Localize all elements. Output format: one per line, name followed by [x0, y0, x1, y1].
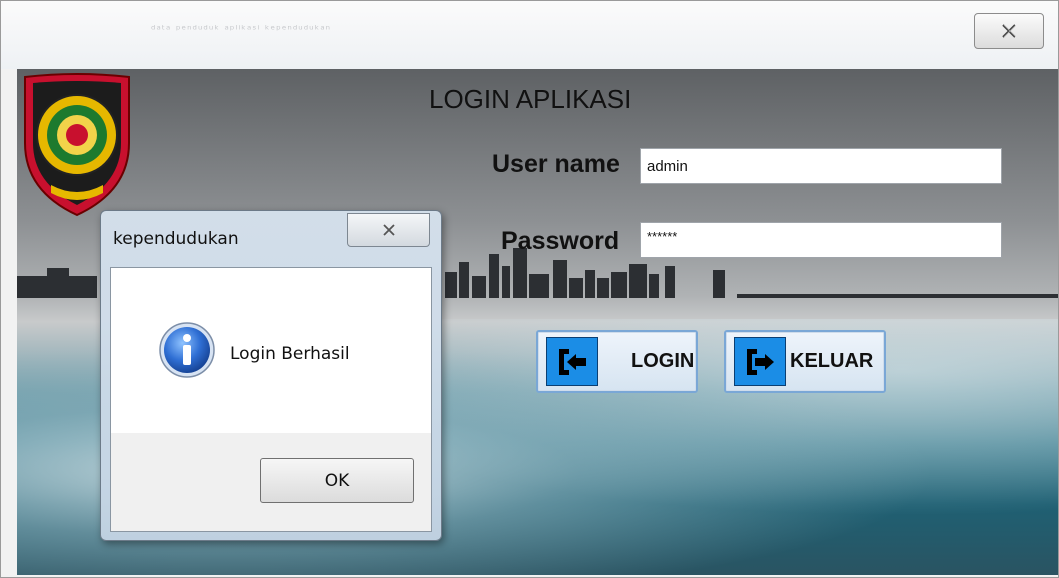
exit-arrow-icon	[734, 337, 786, 386]
dialog-title: kependudukan	[113, 229, 239, 249]
window-close-button[interactable]	[974, 13, 1044, 49]
login-window: ᵈᵃᵗᵃ ᵖᵉⁿᵈᵘᵈᵘᵏ ᵃᵖˡⁱᵏᵃˢⁱ ᵏᵉᵖᵉⁿᵈᵘᵈᵘᵏᵃⁿ LOGI…	[0, 0, 1059, 578]
username-label: User name	[492, 150, 620, 178]
message-dialog: kependudukan Login Berhasil OK	[100, 210, 442, 541]
ok-button[interactable]: OK	[260, 458, 414, 503]
password-field[interactable]: ******	[640, 222, 1002, 258]
window-title-faded: ᵈᵃᵗᵃ ᵖᵉⁿᵈᵘᵈᵘᵏ ᵃᵖˡⁱᵏᵃˢⁱ ᵏᵉᵖᵉⁿᵈᵘᵈᵘᵏᵃⁿ	[151, 23, 332, 36]
password-label: Password	[501, 227, 620, 255]
dialog-body: Login Berhasil OK	[110, 267, 432, 532]
close-x-icon	[1002, 24, 1017, 38]
dialog-close-button[interactable]	[347, 213, 430, 247]
login-button-label: LOGIN	[631, 350, 695, 372]
dialog-message: Login Berhasil	[230, 344, 350, 364]
exit-button[interactable]: KELUAR	[724, 330, 886, 393]
window-titlebar: ᵈᵃᵗᵃ ᵖᵉⁿᵈᵘᵈᵘᵏ ᵃᵖˡⁱᵏᵃˢⁱ ᵏᵉᵖᵉⁿᵈᵘᵈᵘᵏᵃⁿ	[1, 1, 1058, 69]
info-icon	[159, 322, 215, 378]
login-button[interactable]: LOGIN	[536, 330, 698, 393]
login-app-title: LOGIN APLIKASI	[429, 84, 632, 114]
regional-emblem-logo	[24, 73, 130, 217]
login-arrow-icon	[546, 337, 598, 386]
exit-button-label: KELUAR	[790, 350, 874, 372]
close-x-icon	[382, 224, 395, 236]
username-field[interactable]: admin	[640, 148, 1002, 184]
